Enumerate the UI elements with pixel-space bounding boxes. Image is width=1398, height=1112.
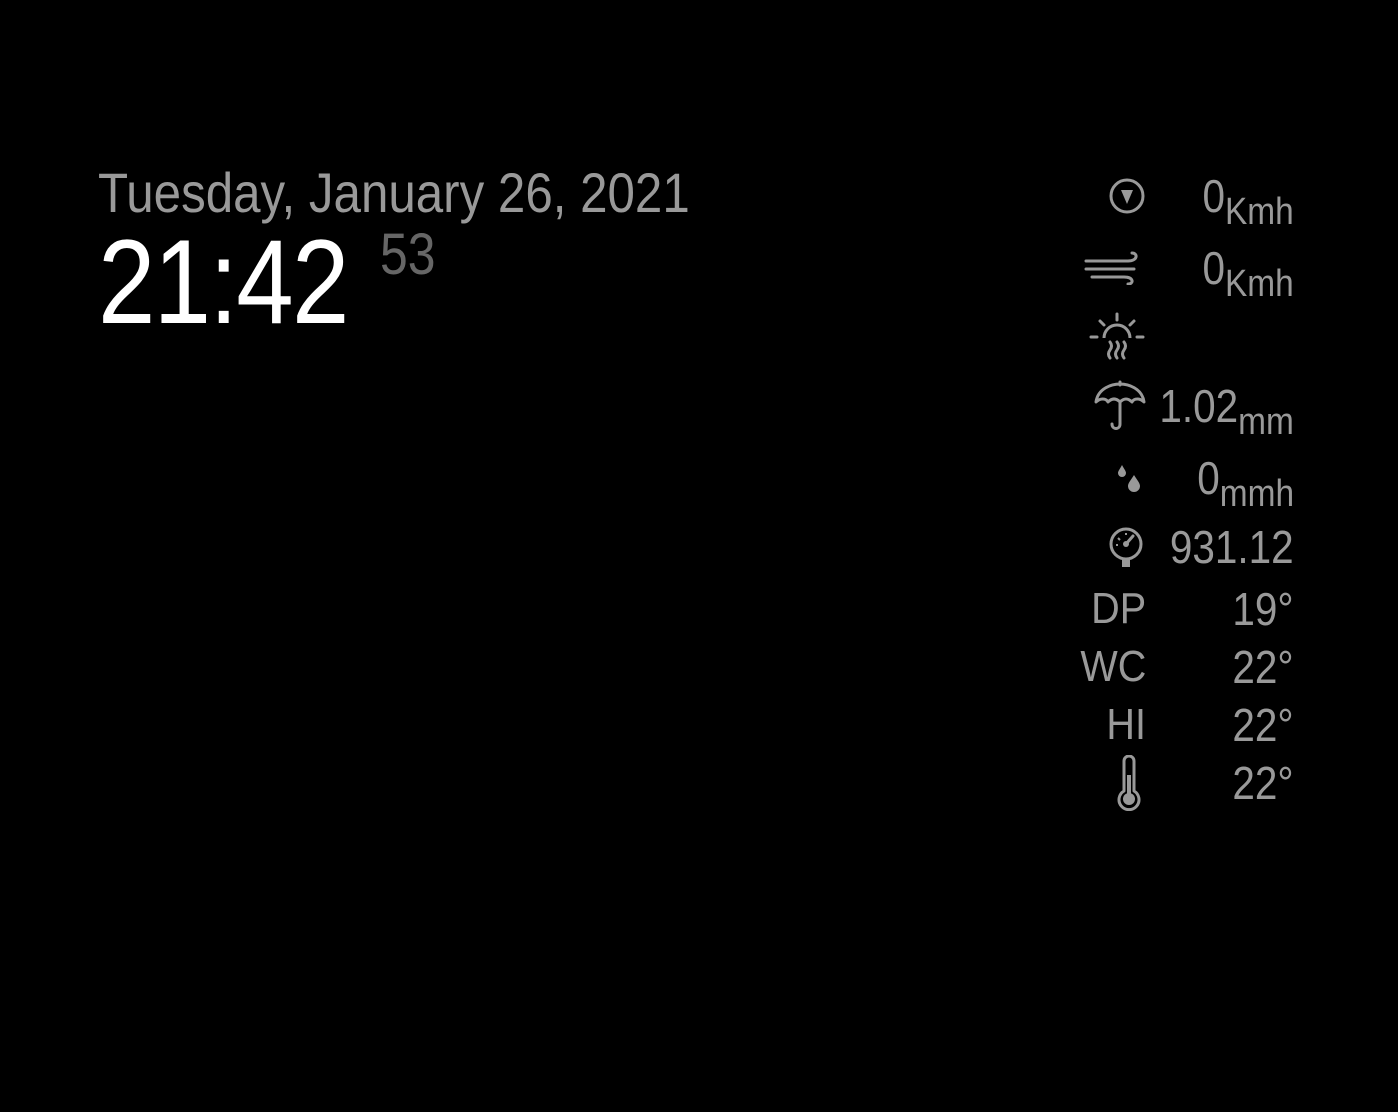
uv-sun-haze-icon <box>1088 304 1146 370</box>
clock-module: Tuesday, January 26, 2021 21:42 53 <box>98 160 770 342</box>
weather-row-dew-point: DP 19° <box>1070 580 1296 638</box>
heat-index-value: 22° <box>1232 699 1294 751</box>
barometer-icon <box>1106 514 1146 580</box>
dew-point-value: 19° <box>1232 583 1294 635</box>
temperature-value: 22° <box>1232 757 1294 809</box>
precipitation-value: 1.02mm <box>1159 380 1294 443</box>
wind-direction-value: 0Kmh <box>1202 170 1294 233</box>
wind-speed-icon <box>1084 232 1146 304</box>
weather-row-precipitation: 1.02mm <box>1070 370 1296 443</box>
pressure-value: 931.12 <box>1170 521 1294 573</box>
weather-row-sun-haze <box>1070 304 1296 370</box>
weather-row-heat-index: HI 22° <box>1070 696 1296 754</box>
clock-hours-minutes: 21:42 <box>98 215 349 349</box>
weather-row-wind-chill: WC 22° <box>1070 638 1296 696</box>
clock-time: 21:42 53 <box>98 222 770 342</box>
rain-rate-value: 0mmh <box>1197 452 1294 515</box>
raindrops-icon <box>1116 442 1144 514</box>
wind-direction-icon <box>1108 160 1146 232</box>
wind-chill-label: WC <box>1080 642 1146 691</box>
umbrella-icon <box>1092 370 1148 442</box>
weather-row-pressure: 931.12 <box>1070 514 1296 580</box>
thermometer-icon <box>1116 754 1142 812</box>
clock-seconds: 53 <box>380 222 436 287</box>
weather-row-wind-direction: 0Kmh <box>1070 160 1296 233</box>
heat-index-label: HI <box>1106 700 1146 749</box>
weather-module: 0Kmh 0Kmh 1.02mm 0mmh 931.12 DP 19° WC 2… <box>1070 160 1296 812</box>
dew-point-label: DP <box>1090 584 1146 633</box>
weather-row-rain-rate: 0mmh <box>1070 442 1296 515</box>
wind-chill-value: 22° <box>1232 641 1294 693</box>
weather-row-temperature: 22° <box>1070 754 1296 812</box>
wind-speed-value: 0Kmh <box>1202 242 1294 305</box>
weather-row-wind-speed: 0Kmh <box>1070 232 1296 305</box>
